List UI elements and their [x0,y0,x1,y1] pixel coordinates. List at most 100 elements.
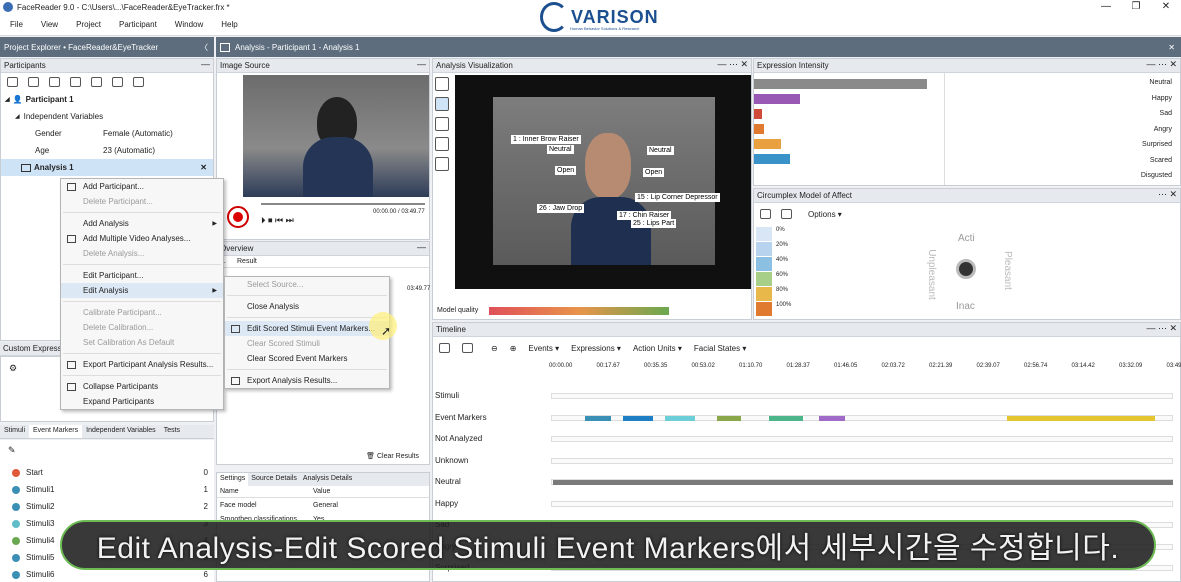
tab-source-details[interactable]: Source Details [248,473,300,486]
record-button[interactable] [227,206,249,228]
menu-item-export-analysis-results[interactable]: Export Analysis Results... [225,373,389,388]
stimulus-name: Start [26,468,43,477]
tree-analysis-1[interactable]: Analysis 1 ✕ [1,159,213,176]
close-analysis-tab-button[interactable]: ✕ [1168,43,1175,52]
tree-var-gender: Gender Female (Automatic) [1,125,213,142]
search-participant-icon[interactable] [49,77,60,87]
clear-results-button[interactable]: 🗑 Clear Results [366,452,419,460]
zoom-out-icon[interactable]: ⊖ [491,344,498,353]
expressions-dropdown[interactable]: Expressions ▾ [571,344,621,353]
target-icon[interactable] [435,137,449,151]
timeline-row-label: Happy [435,498,459,508]
menu-item-export-participant-analysis-results[interactable]: Export Participant Analysis Results... [61,357,223,372]
panel-minimize-icon[interactable]: — [417,242,426,252]
expand-arrow-icon[interactable]: ◢ [5,96,10,103]
event-marker[interactable] [819,415,845,421]
minimize-button[interactable]: — [1091,0,1121,14]
event-marker[interactable] [585,415,611,421]
add-stimulus-icon[interactable]: ✎ [8,445,16,456]
menu-view[interactable]: View [31,20,66,29]
menu-file[interactable]: File [0,20,31,29]
menu-item-icon [67,234,76,243]
stimulus-row[interactable]: Start 0 [0,464,214,481]
playback-controls[interactable]: ⏵ ⏹ ⏮ ⏭ [261,215,294,226]
timeline-row-neutral[interactable]: Neutral [433,471,1181,492]
close-window-button[interactable]: ✕ [1151,0,1181,14]
copy-icon[interactable] [781,209,792,219]
panel-controls[interactable]: — ⋯ ✕ [1146,323,1177,334]
menu-project[interactable]: Project [66,20,109,29]
var-name: Gender [35,129,62,138]
event-marker[interactable] [665,415,695,421]
panel-minimize-icon[interactable]: — [417,59,426,69]
add-participant-icon[interactable] [7,77,18,87]
settings-row-face-model[interactable]: Face model General [217,498,429,512]
menu-item-add-analysis[interactable]: Add Analysis ▶ [61,216,223,231]
save-icon[interactable] [439,343,450,353]
timeline-row-happy[interactable]: Happy [433,493,1181,514]
menu-window[interactable]: Window [165,20,211,29]
expand-arrow-icon[interactable]: ◢ [15,113,20,120]
stimulus-color-dot-icon [12,519,20,528]
menu-item-edit-analysis[interactable]: Edit Analysis ▶ [61,283,223,298]
panel-controls[interactable]: — ⋯ ✕ [717,59,748,70]
zoom-in-icon[interactable]: ⊕ [510,344,517,353]
menu-item-expand-participants[interactable]: Expand Participants [61,394,223,409]
tab-event-markers[interactable]: Event Markers [29,425,83,438]
monitor-icon[interactable] [133,77,144,87]
analysis-visualization-header: Analysis Visualization — ⋯ ✕ [433,59,751,73]
face-icon[interactable] [435,117,449,131]
menu-item-edit-participant[interactable]: Edit Participant... [61,268,223,283]
tab-tests[interactable]: Tests [160,425,184,438]
grid-icon[interactable] [435,97,449,111]
tree-participant-1[interactable]: ◢ 👤 Participant 1 [1,91,213,108]
collapse-explorer-button[interactable]: 〈 [200,42,208,53]
save-icon[interactable] [760,209,771,219]
event-marker[interactable] [1007,415,1155,421]
participant-card-icon[interactable] [28,77,39,87]
copy-icon[interactable] [462,343,473,353]
event-marker[interactable] [769,415,803,421]
close-analysis-icon[interactable]: ✕ [200,163,207,172]
menu-help[interactable]: Help [211,20,245,29]
timeline-row-stimuli[interactable]: Stimuli [433,385,1181,406]
frame-icon[interactable] [435,77,449,91]
zoom-icon[interactable] [112,77,123,87]
action-units-dropdown[interactable]: Action Units ▾ [633,344,682,353]
tab-analysis-details[interactable]: Analysis Details [300,473,355,486]
tab-independent-variables[interactable]: Independent Variables [82,425,160,438]
export-image-icon[interactable] [91,77,102,87]
overview-header: Overview — [217,242,429,256]
menu-item-collapse-participants[interactable]: Collapse Participants [61,379,223,394]
menu-item-close-analysis[interactable]: Close Analysis [225,299,389,314]
video-seek-bar[interactable] [261,203,425,205]
menu-item-edit-scored-stimuli-event-markers[interactable]: Edit Scored Stimuli Event Markers... [225,321,389,336]
custom-expression-tool-icon[interactable]: ⚙ [9,363,17,374]
tab-settings[interactable]: Settings [217,473,249,486]
mesh-icon[interactable] [435,157,449,171]
menu-item-add-participant[interactable]: Add Participant... [61,179,223,194]
image-icon[interactable] [70,77,81,87]
timeline-row-unknown[interactable]: Unknown [433,450,1181,471]
facial-states-dropdown[interactable]: Facial States ▾ [694,344,747,353]
tree-independent-variables[interactable]: ◢ Independent Variables [1,108,213,125]
menu-participant[interactable]: Participant [109,20,165,29]
panel-controls[interactable]: — ⋯ ✕ [1146,59,1177,70]
stimulus-row[interactable]: Stimuli1 1 [0,481,214,498]
maximize-button[interactable]: ❐ [1121,0,1151,14]
event-marker[interactable] [717,415,741,421]
timeline-row-not-analyzed[interactable]: Not Analyzed [433,428,1181,449]
timeline-row-event-markers[interactable]: Event Markers [433,407,1181,428]
menu-item-icon [67,360,76,369]
analysis-tab-title[interactable]: Analysis - Participant 1 - Analysis 1 [235,43,360,52]
menu-item-clear-scored-event-markers[interactable]: Clear Scored Event Markers [225,351,389,366]
stimulus-row[interactable]: Stimuli2 2 [0,498,214,515]
event-marker[interactable] [623,415,653,421]
options-dropdown[interactable]: Options ▾ [808,210,842,219]
tab-stimuli[interactable]: Stimuli [0,425,29,438]
menu-item-add-multiple-video-analyses[interactable]: Add Multiple Video Analyses... [61,231,223,246]
timeline-tick-label: 03:14.42 [1071,363,1095,369]
events-dropdown[interactable]: Events ▾ [528,344,559,353]
panel-minimize-icon[interactable]: — [201,59,210,69]
panel-controls[interactable]: ⋯ ✕ [1158,189,1177,200]
